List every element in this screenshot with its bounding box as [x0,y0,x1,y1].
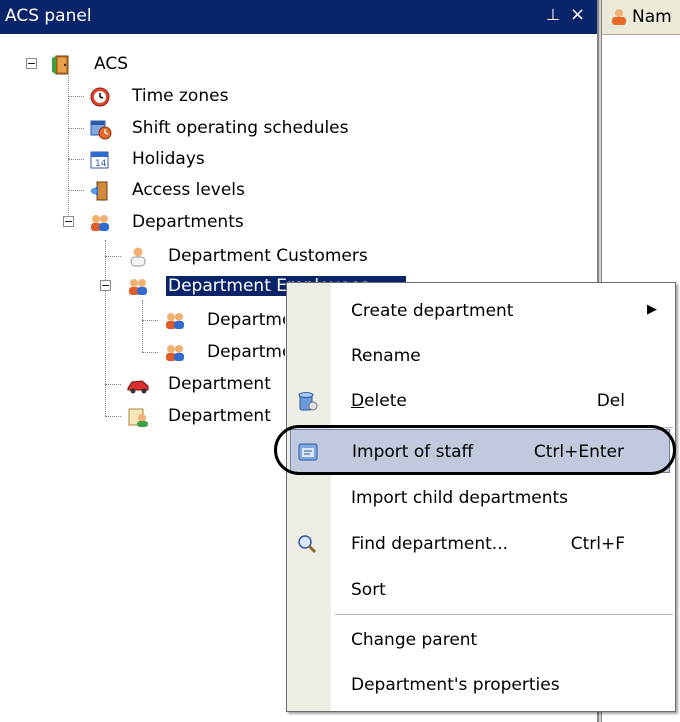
menu-item-label: Find department... [351,534,509,554]
menu-separator [335,614,673,615]
document-person-icon [126,406,150,433]
calendar-icon: 14 [88,149,112,176]
menu-item-label: Change parent [351,630,478,650]
tree-label: Department [207,342,285,362]
tree-line [142,320,158,321]
menu-item-label: Rename [351,346,421,366]
tree-line [68,76,69,223]
door-icon [50,54,74,81]
person-icon [126,246,150,273]
delete-icon [295,389,319,418]
tree-line [142,352,158,353]
menu-shortcut: Ctrl+Enter [533,442,624,462]
menu-item-label: Delete [351,391,407,411]
tree-label: Shift operating schedules [132,118,349,138]
collapse-toggle[interactable]: − [26,58,37,69]
panel-title: ACS panel [5,6,92,26]
tree-label: Holidays [132,149,205,169]
person-icon [610,8,628,31]
tree-line [105,240,106,416]
clock-icon [88,86,112,113]
collapse-toggle[interactable]: − [100,280,111,291]
svg-text:14: 14 [95,159,107,169]
menu-separator [335,427,673,428]
tree-line [105,416,121,417]
import-staff-icon [296,440,320,469]
group-icon [126,276,150,303]
tree-label: Departments [132,212,244,232]
menu-item-import-staff[interactable]: Import of staff Ctrl+Enter [290,429,670,473]
tree-label: Department [168,406,271,426]
menu-item-label: Create department [351,301,514,321]
menu-item-find-department[interactable]: Find department... Ctrl+F [287,522,673,566]
menu-item-delete[interactable]: Delete Del [287,379,673,423]
menu-item-label: Import of staff [352,442,474,462]
tree-label: Department Customers [168,246,368,266]
schedule-icon [88,118,112,145]
tree-line [105,256,121,257]
tree-line [142,300,143,352]
menu-item-create-department[interactable]: Create department ▶ [287,289,673,333]
menu-item-import-child[interactable]: Import child departments [287,476,673,520]
accelerator-key: D [351,391,365,411]
close-icon[interactable]: × [570,4,585,25]
tree-label: Time zones [132,86,229,106]
group-icon [88,212,112,239]
tree-line [105,384,121,385]
group-icon [163,310,187,337]
menu-item-rename[interactable]: Rename [287,334,673,378]
context-menu: Create department ▶ Rename Delete Del Im… [286,282,676,712]
tree-label: ACS [94,54,128,74]
tree-label: Department [207,310,285,330]
menu-shortcut: Ctrl+F [570,534,625,554]
tree-label: Access levels [132,180,245,200]
menu-item-properties[interactable]: Department's properties [287,663,673,707]
column-header-label: Nam [632,7,672,27]
tree-line [68,159,84,160]
menu-shortcut: Del [596,391,625,411]
tree-label: Department [168,374,271,394]
tree-line [68,190,84,191]
tree-line [68,128,84,129]
magnifier-icon [295,532,319,561]
column-header-name[interactable]: Nam [602,0,680,35]
menu-item-change-parent[interactable]: Change parent [287,618,673,662]
pin-icon[interactable]: ⊥ [546,5,560,24]
access-levels-icon [88,180,112,207]
group-icon [163,342,187,369]
menu-item-sort[interactable]: Sort [287,568,673,612]
submenu-arrow-icon: ▶ [647,302,657,317]
menu-item-label-rest: elete [364,391,407,411]
menu-item-label: Import child departments [351,488,569,508]
tree-line [68,96,84,97]
panel-titlebar: ACS panel ⊥ × [0,0,597,34]
collapse-toggle[interactable]: − [63,216,74,227]
menu-item-label: Sort [351,580,386,600]
car-icon [126,374,150,401]
menu-item-label: Department's properties [351,675,560,695]
